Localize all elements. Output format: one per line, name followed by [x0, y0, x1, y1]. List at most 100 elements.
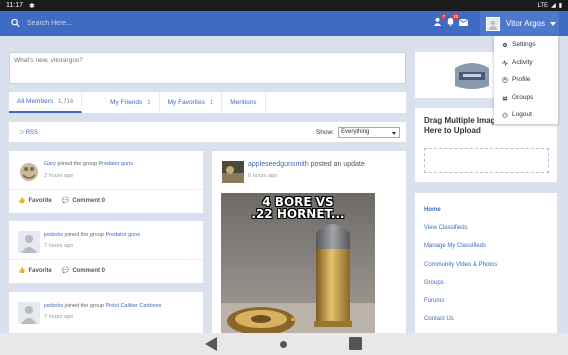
- menu-item-label: Logout: [512, 111, 532, 119]
- meme-caption: 4 BORE VS .22 HORNET...: [221, 196, 375, 220]
- avatar[interactable]: [18, 161, 40, 183]
- clock: 11:17: [6, 2, 23, 9]
- tab-label: My Friends: [110, 99, 143, 106]
- search-input[interactable]: [27, 17, 327, 30]
- nav-item-groups[interactable]: Groups: [424, 280, 444, 286]
- avatar[interactable]: [18, 302, 40, 324]
- user-link[interactable]: appleseedgunsmith: [248, 161, 309, 168]
- rss-icon: ⊃: [19, 129, 26, 136]
- avatar[interactable]: [18, 231, 40, 253]
- nav-item-contact-us[interactable]: Contact Us: [424, 316, 454, 322]
- group-link[interactable]: Predator guns: [98, 161, 133, 167]
- menu-item-settings[interactable]: Settings: [494, 36, 558, 54]
- profile-icon: [502, 77, 508, 83]
- post-time: 6 hours ago: [248, 173, 278, 179]
- user-dropdown-menu: Settings Activity Profile Groups Logout: [494, 36, 558, 124]
- user-link[interactable]: Gary: [44, 161, 56, 167]
- show-label: Show:: [315, 128, 334, 136]
- activity-time: 7 hours ago: [44, 314, 74, 320]
- upload-dropzone[interactable]: [424, 148, 549, 173]
- menu-item-profile[interactable]: Profile: [494, 71, 558, 89]
- activity-time: 2 hours ago: [44, 173, 74, 179]
- site-navigation: Home View Classifieds Manage My Classifi…: [415, 193, 557, 335]
- tab-count: 1: [209, 99, 214, 106]
- menu-item-activity[interactable]: Activity: [494, 54, 558, 72]
- activity-item: jonbnks joined the group Predator guns 7…: [9, 221, 203, 283]
- activity-action: joined the group: [57, 161, 97, 167]
- user-menu-toggle[interactable]: Vitor Argos: [480, 11, 559, 36]
- notifications-icon[interactable]: 15: [446, 14, 459, 26]
- favorite-button[interactable]: 👍 Favorite: [18, 267, 52, 274]
- battery-icon: ▮: [558, 3, 562, 9]
- activity-action: joined the group: [64, 303, 104, 309]
- tab-all-members[interactable]: All Members 1,714: [9, 92, 83, 113]
- status-icons: LTE ◢ ▮: [537, 2, 563, 10]
- signal-icon: ◢: [551, 3, 556, 9]
- tab-mentions[interactable]: Mentions: [222, 92, 266, 113]
- user-name: Vitor Argos: [506, 19, 545, 28]
- comment-icon: 💬: [61, 198, 70, 204]
- comment-label: Comment 0: [72, 198, 105, 204]
- comment-icon: 💬: [61, 268, 70, 274]
- gear-icon: [502, 42, 508, 48]
- activity-text: jonbnks joined the group Pistol Caliber …: [44, 303, 161, 309]
- divider: [9, 189, 203, 190]
- recent-apps-icon[interactable]: [349, 337, 362, 350]
- back-icon[interactable]: [205, 337, 217, 351]
- menu-item-label: Settings: [512, 41, 536, 49]
- network-type: LTE: [537, 2, 549, 9]
- rss-link[interactable]: ⊃ RSS: [19, 129, 38, 136]
- nav-item-community-media[interactable]: Community Video & Photos: [424, 262, 497, 268]
- group-link[interactable]: Pistol Caliber Carbines: [105, 303, 161, 309]
- avatar: [486, 16, 500, 31]
- menu-item-groups[interactable]: Groups: [494, 89, 558, 107]
- post-action: posted an update: [310, 161, 365, 168]
- comment-button[interactable]: 💬 Comment 0: [62, 197, 105, 204]
- status-bar: 11:17 ✱ LTE ◢ ▮: [0, 0, 568, 11]
- nav-item-home[interactable]: Home: [424, 207, 441, 213]
- activity-actions: 👍 Favorite 💬 Comment 0: [18, 197, 105, 204]
- post-image[interactable]: 4 BORE VS .22 HORNET...: [221, 193, 375, 333]
- nav-item-manage-classifieds[interactable]: Manage My Classifieds: [424, 243, 486, 249]
- search-icon[interactable]: [11, 18, 20, 28]
- favorite-label: Favorite: [28, 198, 52, 204]
- activity-item: Gary joined the group Predator guns 2 ho…: [9, 151, 203, 213]
- favorite-label: Favorite: [28, 268, 52, 274]
- menu-item-label: Groups: [512, 93, 534, 101]
- tab-label: My Favorites: [167, 99, 205, 106]
- top-navbar: 7 15 Vitor Argos: [0, 11, 568, 36]
- notifications-count: 15: [451, 14, 459, 19]
- tab-count: 1,714: [58, 98, 74, 105]
- site-logo[interactable]: [449, 58, 495, 92]
- menu-item-logout[interactable]: Logout: [494, 106, 558, 124]
- activity-filter-select[interactable]: Everything: [338, 126, 400, 138]
- comment-label: Comment 0: [72, 268, 105, 274]
- user-link[interactable]: jonbnks: [44, 303, 63, 309]
- activity-tabs: All Members 1,714 My Friends 1 My Favori…: [9, 92, 406, 113]
- tab-label: All Members: [17, 98, 54, 105]
- rss-label: RSS: [25, 129, 39, 136]
- activity-action: joined the group: [64, 232, 104, 238]
- favorite-button[interactable]: 👍 Favorite: [18, 197, 52, 204]
- menu-item-label: Activity: [512, 58, 533, 66]
- power-icon: [502, 112, 508, 118]
- group-link[interactable]: Predator guns: [105, 232, 140, 238]
- user-link[interactable]: jonbnks: [44, 232, 63, 238]
- activity-icon: [502, 60, 508, 65]
- tab-label: Mentions: [230, 99, 257, 106]
- tab-my-friends[interactable]: My Friends 1: [82, 92, 160, 113]
- friend-requests-icon[interactable]: 7: [433, 14, 446, 26]
- tab-my-favorites[interactable]: My Favorites 1: [160, 92, 223, 113]
- avatar[interactable]: [222, 161, 244, 183]
- settings-notification-icon: ✱: [29, 2, 35, 10]
- thumbs-up-icon: 👍: [18, 198, 26, 204]
- home-icon[interactable]: [280, 341, 287, 348]
- nav-item-forums[interactable]: Forums: [424, 298, 444, 304]
- status-update-box: [9, 52, 406, 84]
- groups-icon: [502, 95, 508, 100]
- status-update-input[interactable]: [10, 53, 405, 83]
- messages-icon[interactable]: [458, 18, 469, 28]
- divider: [9, 259, 203, 260]
- comment-button[interactable]: 💬 Comment 0: [62, 267, 105, 274]
- nav-item-view-classifieds[interactable]: View Classifieds: [424, 225, 468, 231]
